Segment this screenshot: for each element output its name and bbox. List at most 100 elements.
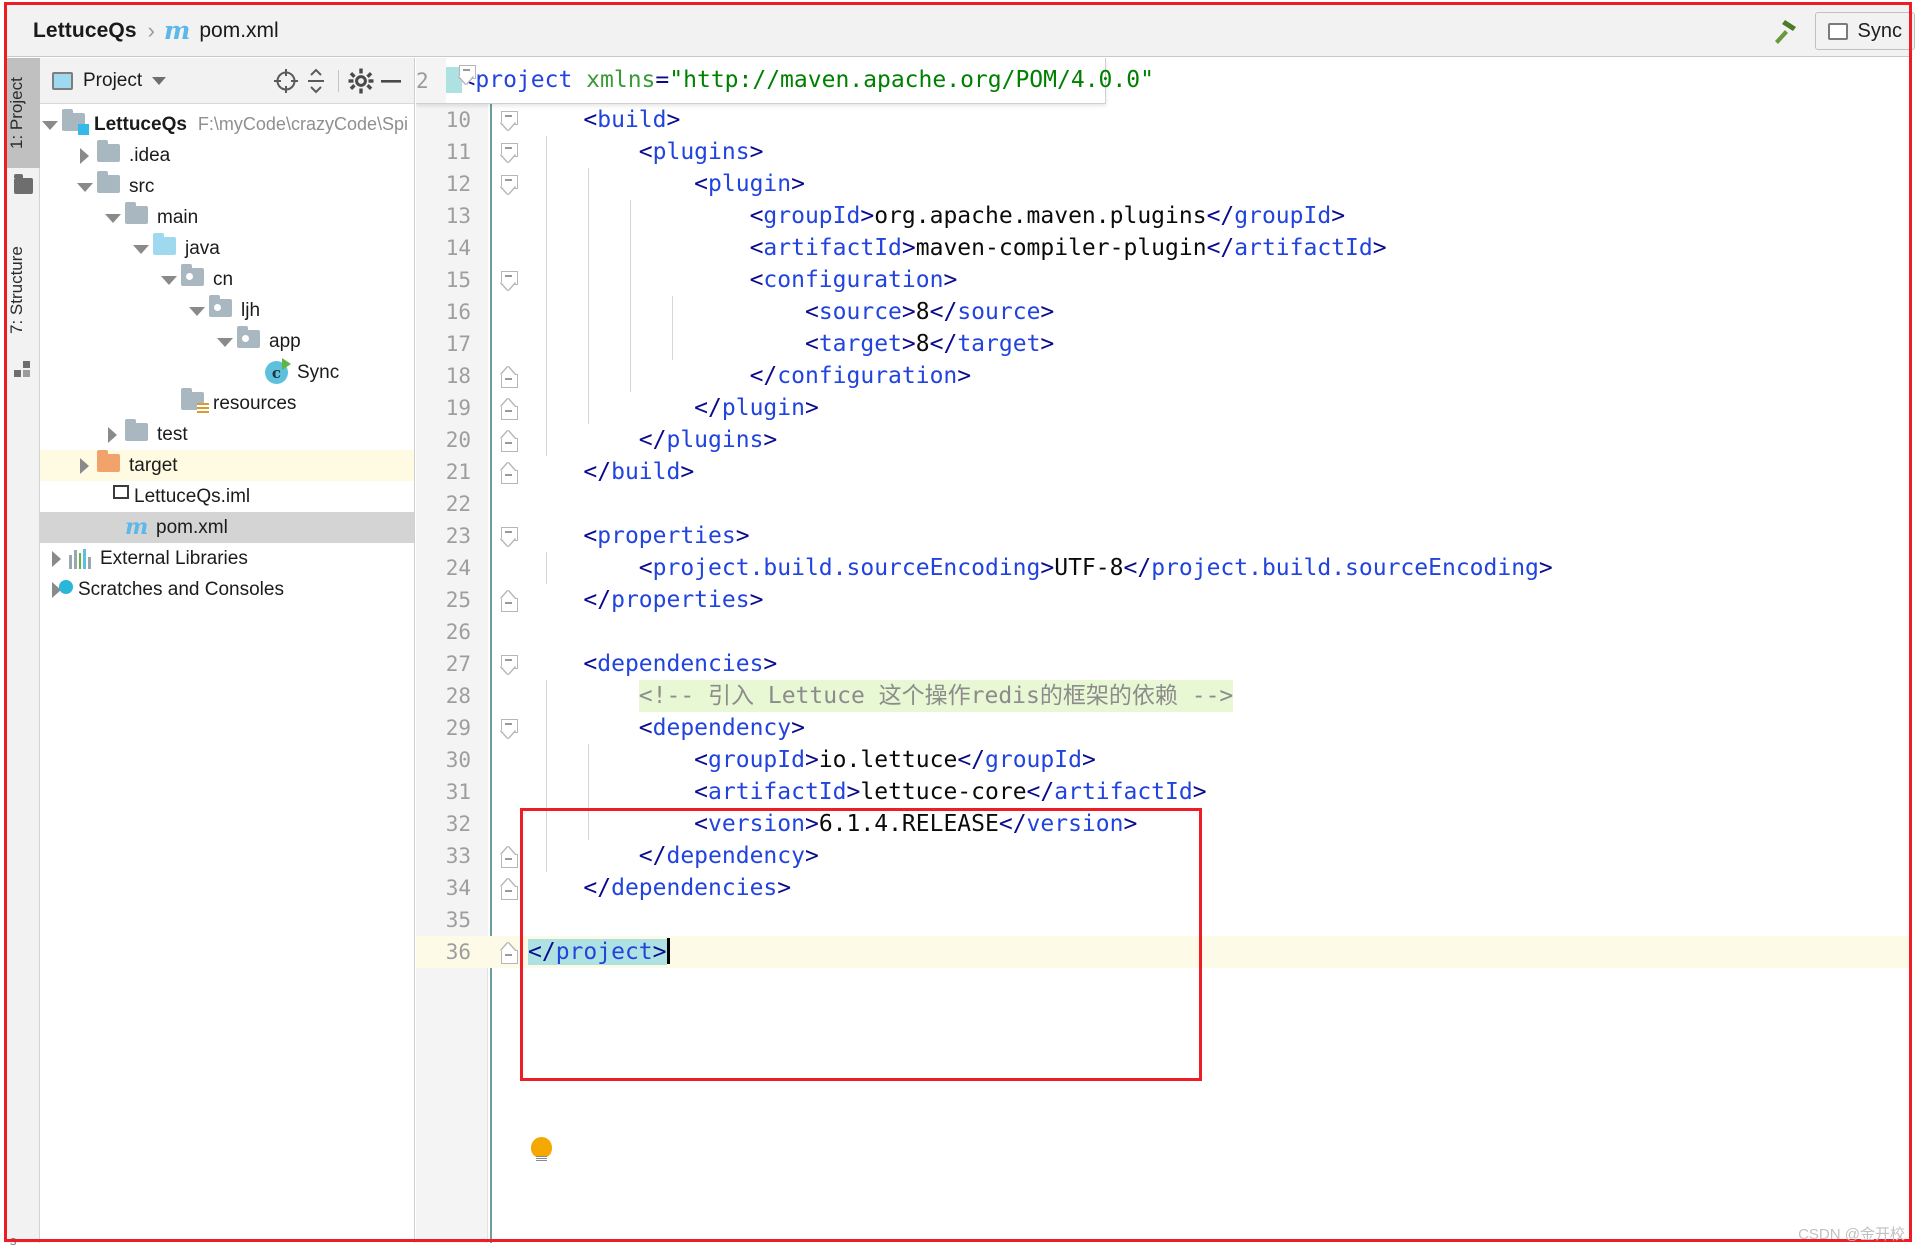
fold-marker-open-icon[interactable] — [501, 111, 518, 130]
editor-lines[interactable]: 10 <build> 11 <plugins> 12 <plugin> 13 <gro… — [416, 104, 1909, 968]
tree-item-sync[interactable]: c Sync — [40, 357, 414, 388]
fold-marker-end-icon[interactable] — [501, 879, 518, 900]
sidebar-tab-structure[interactable]: 7: Structure — [7, 228, 40, 353]
code-line-12[interactable]: 12 <plugin> — [416, 168, 1909, 200]
fold-marker-open-icon[interactable] — [501, 655, 518, 674]
twisty-expanded-icon[interactable] — [188, 303, 205, 319]
fold-marker-end-icon[interactable] — [501, 591, 518, 612]
fold-column[interactable] — [488, 712, 522, 744]
fold-column[interactable] — [488, 136, 522, 168]
tree-item-main[interactable]: main — [40, 201, 414, 233]
code-line-25[interactable]: 25 </properties> — [416, 584, 1909, 616]
tree-item-external-libraries[interactable]: External Libraries — [40, 543, 414, 574]
crosshair-target-icon[interactable] — [271, 66, 301, 96]
fold-column[interactable] — [488, 392, 522, 424]
twisty-expanded-icon[interactable] — [76, 179, 93, 195]
fold-column[interactable] — [488, 360, 522, 392]
fold-marker-end-icon[interactable] — [501, 399, 518, 420]
fold-marker-end-icon[interactable] — [501, 367, 518, 388]
fold-column[interactable] — [488, 424, 522, 456]
tree-item-scratches-and-consoles[interactable]: Scratches and Consoles — [40, 574, 414, 605]
twisty-collapsed-icon[interactable] — [48, 550, 64, 567]
gear-icon[interactable] — [346, 66, 376, 96]
fold-column[interactable] — [488, 744, 522, 776]
tree-item-java[interactable]: java — [40, 232, 414, 264]
fold-column[interactable] — [488, 296, 522, 328]
collapse-all-icon[interactable] — [301, 66, 331, 96]
fold-column[interactable] — [488, 552, 522, 584]
fold-column[interactable] — [488, 456, 522, 488]
fold-marker-open-icon[interactable] — [501, 719, 518, 738]
intention-bulb-icon[interactable] — [531, 1137, 553, 1163]
code-line-24[interactable]: 24 <project.build.sourceEncoding>UTF-8</… — [416, 552, 1909, 584]
code-line-27[interactable]: 27 <dependencies> — [416, 648, 1909, 680]
fold-column[interactable] — [488, 328, 522, 360]
tree-item-target[interactable]: target — [40, 449, 414, 481]
fold-marker-open-icon[interactable] — [501, 143, 518, 162]
breadcrumb-project[interactable]: LettuceQs — [33, 19, 137, 43]
twisty-collapsed-icon[interactable] — [104, 426, 120, 443]
fold-column[interactable] — [488, 104, 522, 136]
tree-item-lettuceqs-iml[interactable]: LettuceQs.iml — [40, 481, 414, 512]
tree-item-resources[interactable]: resources — [40, 387, 414, 419]
sidebar-tab-project[interactable]: 1: Project — [7, 58, 40, 168]
chevron-down-icon[interactable] — [152, 76, 167, 85]
twisty-expanded-icon[interactable] — [132, 241, 149, 257]
code-line-16[interactable]: 16 <source>8</source> — [416, 296, 1909, 328]
twisty-collapsed-icon[interactable] — [76, 147, 92, 164]
tree-item-test[interactable]: test — [40, 418, 414, 450]
code-line-34[interactable]: 34 </dependencies> — [416, 872, 1909, 904]
fold-column[interactable] — [488, 776, 522, 808]
code-line-21[interactable]: 21 </build> — [416, 456, 1909, 488]
twisty-expanded-icon[interactable] — [216, 334, 233, 350]
structure-icon[interactable] — [14, 361, 33, 377]
code-line-10[interactable]: 10 <build> — [416, 104, 1909, 136]
folder-icon[interactable] — [14, 174, 33, 194]
code-line-30[interactable]: 30 <groupId>io.lettuce</groupId> — [416, 744, 1909, 776]
code-line-33[interactable]: 33 </dependency> — [416, 840, 1909, 872]
tree-item-lettuceqs[interactable]: LettuceQs F:\myCode\crazyCode\Spi — [40, 108, 414, 140]
fold-column[interactable] — [488, 232, 522, 264]
code-line-36[interactable]: 36 </project> — [416, 936, 1909, 968]
code-line-18[interactable]: 18 </configuration> — [416, 360, 1909, 392]
sync-button[interactable]: Sync — [1814, 12, 1915, 50]
fold-column[interactable] — [488, 200, 522, 232]
tree-item-pom-xml[interactable]: m pom.xml — [40, 512, 414, 543]
code-line-20[interactable]: 20 </plugins> — [416, 424, 1909, 456]
code-line-31[interactable]: 31 <artifactId>lettuce-core</artifactId> — [416, 776, 1909, 808]
fold-marker-open-icon[interactable] — [501, 527, 518, 546]
fold-column[interactable] — [488, 936, 522, 968]
twisty-expanded-icon[interactable] — [160, 272, 177, 288]
fold-column[interactable] — [488, 520, 522, 552]
fold-marker-end-icon[interactable] — [501, 463, 518, 484]
code-line-26[interactable]: 26 — [416, 616, 1909, 648]
fold-column[interactable] — [488, 904, 522, 936]
fold-column[interactable] — [488, 808, 522, 840]
code-line-29[interactable]: 29 <dependency> — [416, 712, 1909, 744]
twisty-expanded-icon[interactable] — [41, 117, 58, 133]
project-tree[interactable]: LettuceQs F:\myCode\crazyCode\Spi .idea src… — [40, 104, 414, 605]
fold-marker-end-icon[interactable] — [501, 431, 518, 452]
fold-column[interactable] — [488, 616, 522, 648]
tree-item-cn[interactable]: cn — [40, 263, 414, 295]
breadcrumb-file[interactable]: pom.xml — [199, 19, 278, 43]
fold-marker-open-icon[interactable] — [501, 271, 518, 290]
tree-item-idea[interactable]: .idea — [40, 139, 414, 171]
fold-marker-end-icon[interactable] — [501, 943, 518, 964]
code-line-35[interactable]: 35 — [416, 904, 1909, 936]
code-line-28[interactable]: 28 <!-- 引入 Lettuce 这个操作redis的框架的依赖 --> — [416, 680, 1909, 712]
fold-column[interactable] — [488, 168, 522, 200]
fold-column[interactable] — [488, 840, 522, 872]
code-line-11[interactable]: 11 <plugins> — [416, 136, 1909, 168]
code-line-17[interactable]: 17 <target>8</target> — [416, 328, 1909, 360]
code-line-14[interactable]: 14 <artifactId>maven-compiler-plugin</ar… — [416, 232, 1909, 264]
minimize-icon[interactable] — [376, 66, 406, 96]
tree-item-ljh[interactable]: ljh — [40, 294, 414, 326]
fold-column[interactable] — [488, 648, 522, 680]
code-line-23[interactable]: 23 <properties> — [416, 520, 1909, 552]
fold-marker-open-icon[interactable] — [501, 175, 518, 194]
fold-column[interactable] — [488, 264, 522, 296]
code-line-15[interactable]: 15 <configuration> — [416, 264, 1909, 296]
fold-column[interactable] — [488, 872, 522, 904]
code-line-22[interactable]: 22 — [416, 488, 1909, 520]
